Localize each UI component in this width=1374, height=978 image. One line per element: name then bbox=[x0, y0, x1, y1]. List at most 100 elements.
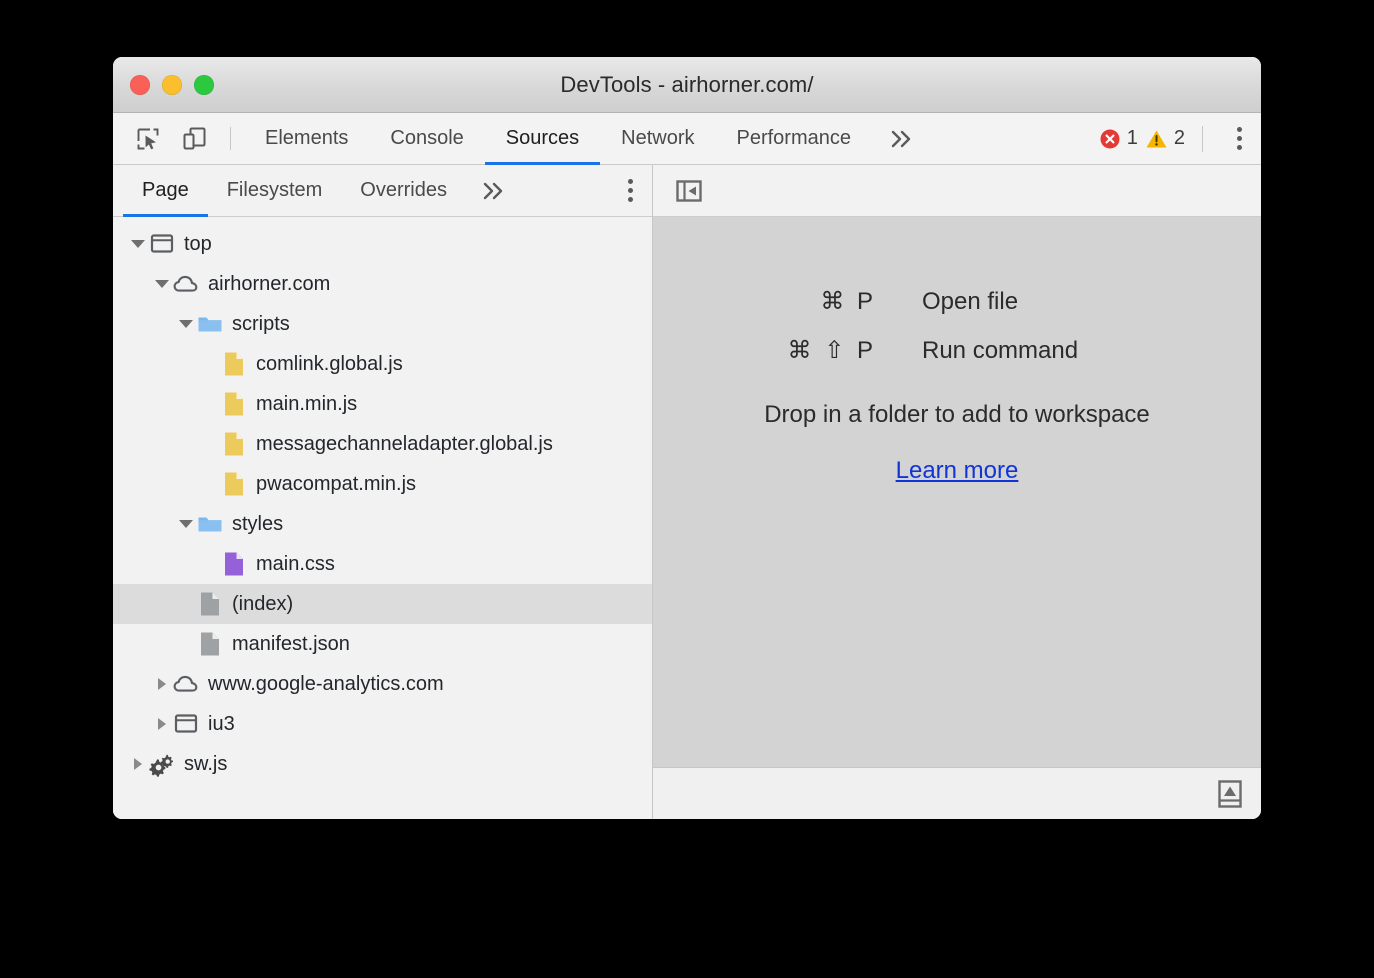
workspace-drop-hint: Drop in a folder to add to workspace bbox=[764, 401, 1150, 429]
tree-item-airhorner-com[interactable]: airhorner.com bbox=[113, 264, 652, 304]
js-file-icon-slot bbox=[221, 431, 247, 457]
navigator-tab-filesystem[interactable]: Filesystem bbox=[208, 165, 342, 216]
file-tree: top airhorner.com scriptscomlink.global.js… bbox=[113, 217, 652, 819]
frame-icon-slot bbox=[149, 233, 175, 255]
editor-empty-state: ⌘ P Open file ⌘ ⇧ P Run command Drop in … bbox=[653, 217, 1261, 767]
cloud-icon-slot bbox=[173, 273, 199, 295]
tree-item-comlink-global-js[interactable]: comlink.global.js bbox=[113, 344, 652, 384]
panel-tabs: Elements Console Sources Network Perform… bbox=[244, 113, 872, 164]
navigator-toolbar-spacer bbox=[520, 165, 608, 216]
tree-item-sw-js[interactable]: sw.js bbox=[113, 744, 652, 784]
tree-item-messagechanneladapter-global-js[interactable]: messagechanneladapter.global.js bbox=[113, 424, 652, 464]
tree-item-label: styles bbox=[232, 513, 283, 536]
minimize-window-button[interactable] bbox=[162, 75, 182, 95]
tree-item-www-google-analytics-com[interactable]: www.google-analytics.com bbox=[113, 664, 652, 704]
tree-item-top[interactable]: top bbox=[113, 224, 652, 264]
tree-item-main-min-js[interactable]: main.min.js bbox=[113, 384, 652, 424]
devtools-main-menu-button[interactable] bbox=[1217, 113, 1261, 164]
sources-editor-pane: ⌘ P Open file ⌘ ⇧ P Run command Drop in … bbox=[653, 165, 1261, 819]
devtools-body: Page Filesystem Overrides bbox=[113, 165, 1261, 819]
inspect-element-button[interactable] bbox=[125, 113, 171, 164]
navigator-tabs: Page Filesystem Overrides bbox=[113, 165, 652, 217]
document-icon bbox=[199, 591, 221, 617]
inspect-element-icon bbox=[135, 126, 161, 152]
shortcut-hints: ⌘ P Open file ⌘ ⇧ P Run command bbox=[732, 287, 1182, 365]
error-icon bbox=[1099, 128, 1121, 150]
chevron-down-icon[interactable] bbox=[151, 280, 173, 288]
js-file-icon bbox=[223, 471, 245, 497]
toggle-device-toolbar-button[interactable] bbox=[171, 113, 217, 164]
issue-badges: 1 2 bbox=[1099, 113, 1217, 164]
toolbar-spacer bbox=[930, 113, 1099, 164]
kebab-menu-icon bbox=[628, 179, 633, 202]
tab-elements[interactable]: Elements bbox=[244, 113, 369, 164]
cloud-icon-slot bbox=[173, 673, 199, 695]
folder-icon-slot bbox=[197, 313, 223, 335]
navigator-tab-overrides-label: Overrides bbox=[360, 179, 447, 202]
navigator-tab-overrides[interactable]: Overrides bbox=[341, 165, 466, 216]
tab-sources[interactable]: Sources bbox=[485, 113, 600, 164]
show-drawer-icon bbox=[1217, 779, 1243, 809]
tab-performance-label: Performance bbox=[737, 127, 852, 150]
error-count-badge[interactable]: 1 bbox=[1099, 127, 1138, 150]
tree-item-label: top bbox=[184, 233, 212, 256]
shortcut-open-file-keys: ⌘ P bbox=[732, 287, 922, 316]
tree-item-label: www.google-analytics.com bbox=[208, 673, 444, 696]
chevron-right-icon[interactable] bbox=[151, 678, 173, 690]
js-file-icon-slot bbox=[221, 391, 247, 417]
cloud-icon bbox=[173, 673, 199, 695]
devtools-main-toolbar: Elements Console Sources Network Perform… bbox=[113, 113, 1261, 165]
tree-item-label: main.min.js bbox=[256, 393, 357, 416]
document-icon bbox=[199, 631, 221, 657]
chevron-down-icon[interactable] bbox=[127, 240, 149, 248]
tree-item-styles[interactable]: styles bbox=[113, 504, 652, 544]
warning-icon bbox=[1145, 128, 1168, 150]
close-window-button[interactable] bbox=[130, 75, 150, 95]
tab-console[interactable]: Console bbox=[369, 113, 484, 164]
tree-item-label: sw.js bbox=[184, 753, 227, 776]
service-worker-icon-slot bbox=[149, 751, 175, 777]
chevron-down-icon[interactable] bbox=[175, 320, 197, 328]
css-file-icon bbox=[223, 551, 245, 577]
chevron-right-icon[interactable] bbox=[151, 718, 173, 730]
warning-count: 2 bbox=[1174, 127, 1185, 150]
folder-icon bbox=[197, 513, 223, 535]
navigator-tab-page-label: Page bbox=[142, 179, 189, 202]
show-drawer-button[interactable] bbox=[1217, 779, 1243, 809]
service-worker-icon bbox=[149, 751, 175, 777]
zoom-window-button[interactable] bbox=[194, 75, 214, 95]
tree-item-iu3[interactable]: iu3 bbox=[113, 704, 652, 744]
tab-sources-label: Sources bbox=[506, 127, 579, 150]
tab-network-label: Network bbox=[621, 127, 694, 150]
learn-more-link[interactable]: Learn more bbox=[896, 457, 1019, 485]
navigator-tab-filesystem-label: Filesystem bbox=[227, 179, 323, 202]
tree-item-index[interactable]: (index) bbox=[113, 584, 652, 624]
warning-count-badge[interactable]: 2 bbox=[1145, 127, 1185, 150]
tree-item-label: pwacompat.min.js bbox=[256, 473, 416, 496]
tree-item-scripts[interactable]: scripts bbox=[113, 304, 652, 344]
tree-item-main-css[interactable]: main.css bbox=[113, 544, 652, 584]
navigator-menu-button[interactable] bbox=[608, 165, 652, 216]
frame-icon-slot bbox=[173, 713, 199, 735]
navigator-more-tabs-button[interactable] bbox=[466, 165, 520, 216]
show-navigator-button[interactable] bbox=[675, 177, 703, 205]
chevron-right-icon[interactable] bbox=[127, 758, 149, 770]
shortcut-run-command-label: Run command bbox=[922, 337, 1182, 365]
tree-item-label: airhorner.com bbox=[208, 273, 330, 296]
js-file-icon-slot bbox=[221, 471, 247, 497]
cloud-icon bbox=[173, 273, 199, 295]
chevron-down-icon[interactable] bbox=[175, 520, 197, 528]
tree-item-manifest-json[interactable]: manifest.json bbox=[113, 624, 652, 664]
more-panels-button[interactable] bbox=[872, 113, 930, 164]
chevron-double-right-icon bbox=[480, 180, 506, 202]
js-file-icon bbox=[223, 351, 245, 377]
shortcut-open-file: ⌘ P Open file bbox=[732, 287, 1182, 316]
navigator-tab-page[interactable]: Page bbox=[123, 165, 208, 216]
tab-network[interactable]: Network bbox=[600, 113, 715, 164]
tab-performance[interactable]: Performance bbox=[716, 113, 873, 164]
tree-item-pwacompat-min-js[interactable]: pwacompat.min.js bbox=[113, 464, 652, 504]
chevron-double-right-icon bbox=[888, 128, 914, 150]
tab-console-label: Console bbox=[390, 127, 463, 150]
shortcut-run-command: ⌘ ⇧ P Run command bbox=[732, 336, 1182, 365]
css-file-icon-slot bbox=[221, 551, 247, 577]
